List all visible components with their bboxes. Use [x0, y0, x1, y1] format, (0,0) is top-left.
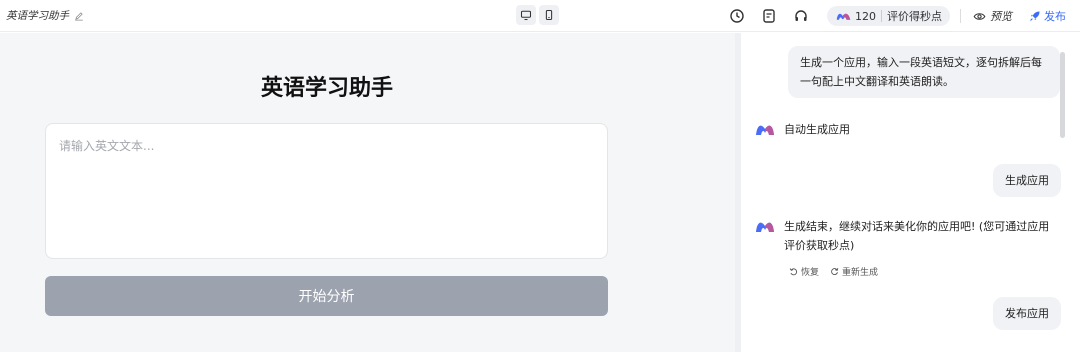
page-title: 英语学习助手 — [260, 76, 393, 101]
toolbar-divider — [960, 9, 961, 23]
desktop-view-button[interactable] — [516, 5, 536, 25]
support-button[interactable] — [791, 6, 810, 25]
mobile-view-button[interactable] — [539, 5, 559, 25]
credits-count: 120 — [855, 9, 876, 23]
app-title[interactable]: 英语学习助手 — [6, 8, 84, 23]
restore-button[interactable]: 恢复 — [789, 265, 819, 278]
refresh-icon — [831, 267, 839, 276]
desktop-icon — [520, 10, 532, 21]
credits-pill[interactable]: 120 评价得秒点 — [827, 6, 950, 26]
credits-label: 评价得秒点 — [887, 10, 942, 23]
mobile-icon — [545, 9, 553, 21]
device-toggle — [516, 5, 559, 25]
edit-icon[interactable] — [74, 11, 84, 21]
user-message-text: 生成应用 — [1005, 174, 1049, 187]
brand-logo-icon — [836, 13, 851, 20]
preview-label: 预览 — [990, 10, 1012, 23]
publish-button[interactable]: 发布 — [1029, 8, 1066, 24]
message-actions: 恢复 重新生成 — [789, 265, 878, 278]
document-button[interactable] — [759, 6, 778, 25]
restore-label: 恢复 — [801, 268, 820, 278]
history-icon — [729, 8, 744, 23]
headset-icon — [794, 9, 807, 21]
user-message: 生成应用 — [993, 164, 1061, 197]
user-message-text: 生成一个应用，输入一段英语短文，逐句拆解后每一句配上中文翻译和英语朗读。 — [800, 56, 1042, 88]
app-preview: 英语学习助手 开始分析 — [0, 33, 735, 352]
undo-icon — [789, 268, 798, 276]
document-icon — [762, 8, 775, 23]
english-text-input[interactable] — [45, 123, 608, 259]
start-analysis-button[interactable]: 开始分析 — [45, 276, 608, 316]
bot-message-text: 自动生成应用 — [784, 123, 850, 136]
top-bar: 英语学习助手 120 评价得秒点 预览 发布 — [0, 0, 1080, 32]
user-message-text: 发布应用 — [1005, 307, 1049, 320]
bot-avatar-icon — [756, 222, 774, 232]
user-message: 发布应用 — [993, 297, 1061, 330]
app-title-text: 英语学习助手 — [6, 10, 69, 22]
preview-button[interactable]: 预览 — [973, 8, 1012, 24]
bot-avatar-icon — [756, 125, 774, 135]
bot-message-text: 生成结束，继续对话来美化你的应用吧! (您可通过应用评价获取秒点) — [784, 220, 1050, 252]
publish-label: 发布 — [1044, 10, 1066, 23]
history-button[interactable] — [727, 6, 746, 25]
rocket-icon — [1030, 11, 1040, 21]
credits-divider — [881, 10, 882, 22]
toolbar-icons — [727, 6, 810, 25]
chat-scrollbar[interactable] — [1060, 52, 1065, 138]
chat-panel: 生成一个应用，输入一段英语短文，逐句拆解后每一句配上中文翻译和英语朗读。 自动生… — [741, 33, 1080, 352]
eye-icon — [973, 12, 986, 20]
regenerate-label: 重新生成 — [842, 268, 879, 278]
regenerate-button[interactable]: 重新生成 — [830, 265, 878, 278]
bot-message: 自动生成应用 — [755, 120, 850, 139]
user-message: 生成一个应用，输入一段英语短文，逐句拆解后每一句配上中文翻译和英语朗读。 — [788, 46, 1060, 98]
bot-message: 生成结束，继续对话来美化你的应用吧! (您可通过应用评价获取秒点) — [755, 217, 1060, 255]
